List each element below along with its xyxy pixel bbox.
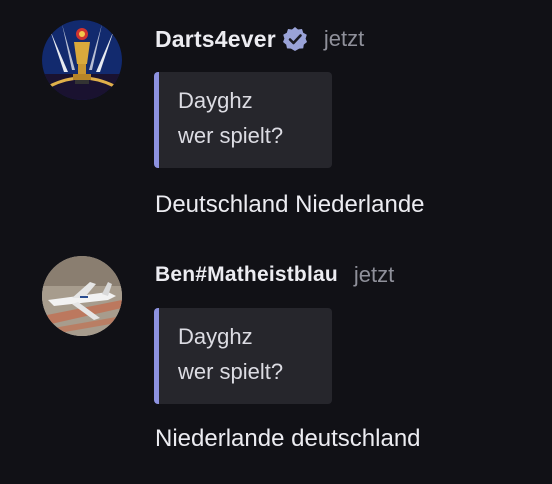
reply-quote[interactable]: Dayghz wer spielt? [154,72,332,168]
reply-text: wer spielt? [178,359,284,384]
timestamp: jetzt [323,26,365,51]
reply-author: Dayghz [178,88,253,113]
timestamp: jetzt [353,262,395,287]
chat-feed: Darts4ever jetzt Dayghz wer spielt? Deut… [0,0,552,484]
reply-text: wer spielt? [178,123,284,148]
username[interactable]: Darts4ever [155,26,276,53]
username[interactable]: Ben#Matheistblau [155,263,338,287]
message-text: Deutschland Niederlande [155,191,425,218]
message-text: Niederlande deutschland [155,425,421,452]
message-header: Darts4ever jetzt [155,22,364,56]
darts-trophy-avatar[interactable] [42,20,122,100]
message-header: Ben#Matheistblau jetzt [155,258,394,292]
verified-badge-icon [282,26,308,52]
airplane-avatar[interactable] [42,256,122,336]
reply-author: Dayghz [178,324,253,349]
reply-quote[interactable]: Dayghz wer spielt? [154,308,332,404]
